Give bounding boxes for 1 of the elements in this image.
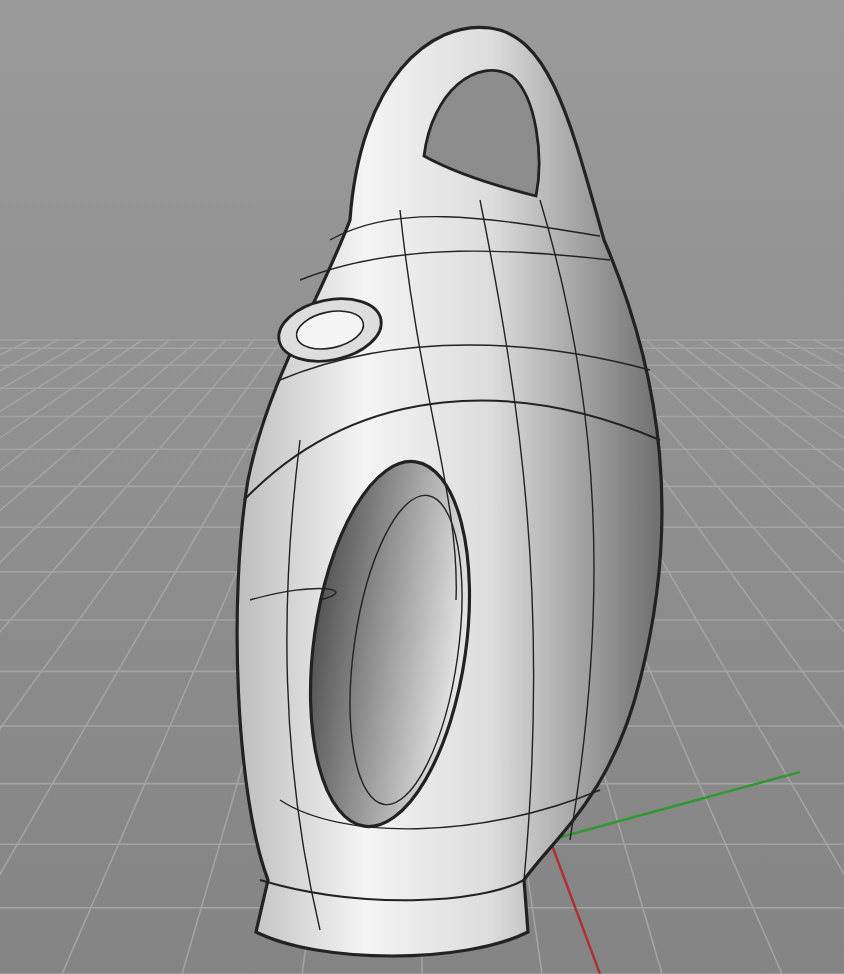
- 3d-viewport[interactable]: [0, 0, 844, 974]
